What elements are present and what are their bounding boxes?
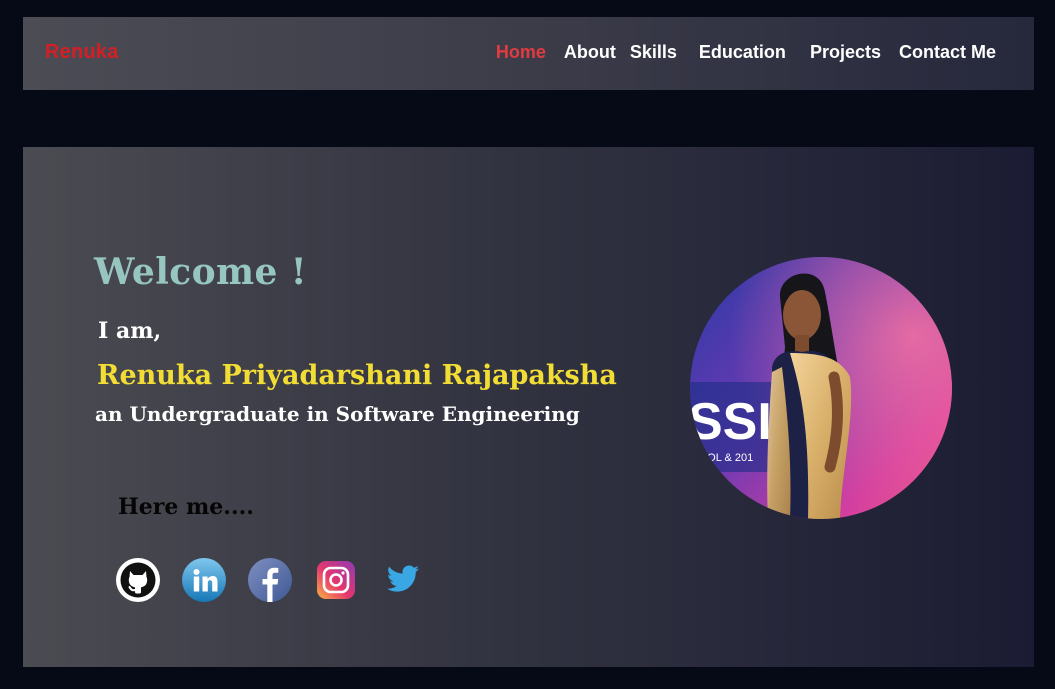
github-icon[interactable] [115, 557, 161, 603]
social-heading: Here me.... [118, 494, 254, 520]
backdrop-small-text: 8 OL & 201 [698, 452, 753, 464]
full-name: Renuka Priyadarshani Rajapaksha [97, 360, 617, 391]
nav-link-home[interactable]: Home [496, 42, 546, 63]
facebook-icon[interactable] [247, 557, 293, 603]
twitter-icon[interactable] [379, 557, 425, 603]
linkedin-icon[interactable] [181, 557, 227, 603]
welcome-heading: Welcome ! [94, 251, 307, 293]
profile-photo: SSIO 8 OL & 201 [690, 257, 952, 519]
instagram-icon[interactable] [313, 557, 359, 603]
hero-section: Welcome ! I am, Renuka Priyadarshani Raj… [23, 147, 1034, 667]
nav-link-projects[interactable]: Projects [810, 42, 881, 63]
social-links [115, 557, 425, 603]
nav-link-about[interactable]: About [564, 42, 616, 63]
brand-logo[interactable]: Renuka [45, 41, 118, 64]
nav-links: Home About Skills Education Projects Con… [496, 42, 996, 63]
top-navbar: Renuka Home About Skills Education Proje… [23, 17, 1034, 90]
profile-illustration: SSIO 8 OL & 201 [690, 257, 952, 519]
nav-link-contact[interactable]: Contact Me [899, 42, 996, 63]
subtitle: an Undergraduate in Software Engineering [95, 402, 580, 426]
nav-link-education[interactable]: Education [699, 42, 786, 63]
nav-link-skills[interactable]: Skills [630, 42, 677, 63]
intro-text: I am, [98, 318, 162, 344]
